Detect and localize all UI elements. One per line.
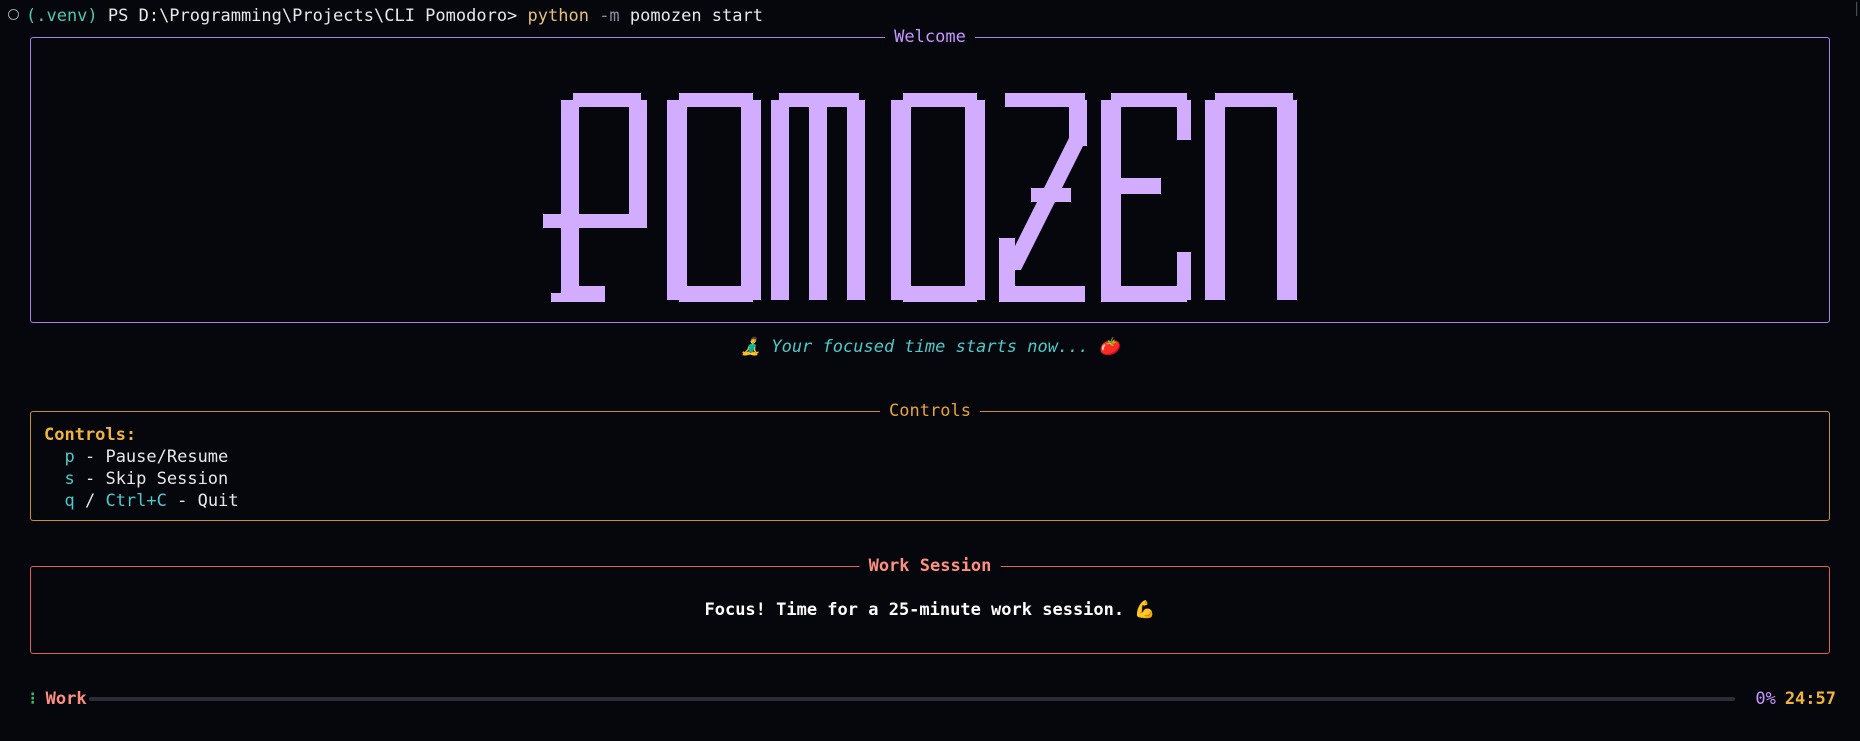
work-session-panel: Work Session Focus! Time for a 25-minute… — [30, 555, 1830, 654]
control-skip: s - Skip Session — [64, 469, 229, 489]
status-circle-icon — [8, 9, 19, 20]
progress-percent: 0% — [1755, 689, 1776, 709]
time-remaining: 24:57 — [1784, 689, 1836, 709]
work-session-title: Work Session — [859, 555, 1001, 577]
key-q: q — [64, 491, 75, 511]
controls-panel-title: Controls — [880, 400, 980, 422]
scroll-indicator-icon[interactable]: ▕ — [1850, 2, 1857, 16]
key-s: s — [64, 469, 75, 489]
terminal-prompt: (.venv) PS D:\Programming\Projects\CLI P… — [8, 5, 763, 27]
progress-bar — [89, 697, 1735, 701]
session-status: ⁝ Work — [30, 688, 87, 710]
control-desc: Quit — [197, 491, 239, 511]
work-session-message: Focus! Time for a 25-minute work session… — [704, 600, 1156, 620]
controls-heading: Controls: — [44, 425, 137, 445]
command-args: pomozen start — [619, 6, 763, 26]
venv-indicator: (.venv) — [26, 6, 98, 26]
session-label: Work — [45, 689, 87, 709]
welcome-panel: Welcome — [30, 26, 1830, 323]
controls-panel: Controls Controls: p - Pause/Resume s - … — [30, 400, 1830, 521]
control-desc: Skip Session — [105, 469, 229, 489]
control-quit: q / Ctrl+C - Quit — [64, 491, 239, 511]
key-ctrl-c: Ctrl+C — [105, 491, 167, 511]
command-flag: -m — [588, 6, 620, 26]
key-p: p — [64, 447, 75, 467]
control-pause: p - Pause/Resume — [64, 447, 229, 467]
spinner-icon: ⁝ — [30, 689, 36, 709]
command-python: python — [527, 6, 589, 26]
progress-info: 0% 24:57 — [1755, 688, 1836, 710]
pomozen-logo — [543, 93, 1297, 302]
prompt-path: PS D:\Programming\Projects\CLI Pomodoro> — [97, 6, 528, 26]
control-desc: Pause/Resume — [105, 447, 229, 467]
tagline: 🧘‍♂️ Your focused time starts now... 🍅 — [739, 337, 1121, 357]
